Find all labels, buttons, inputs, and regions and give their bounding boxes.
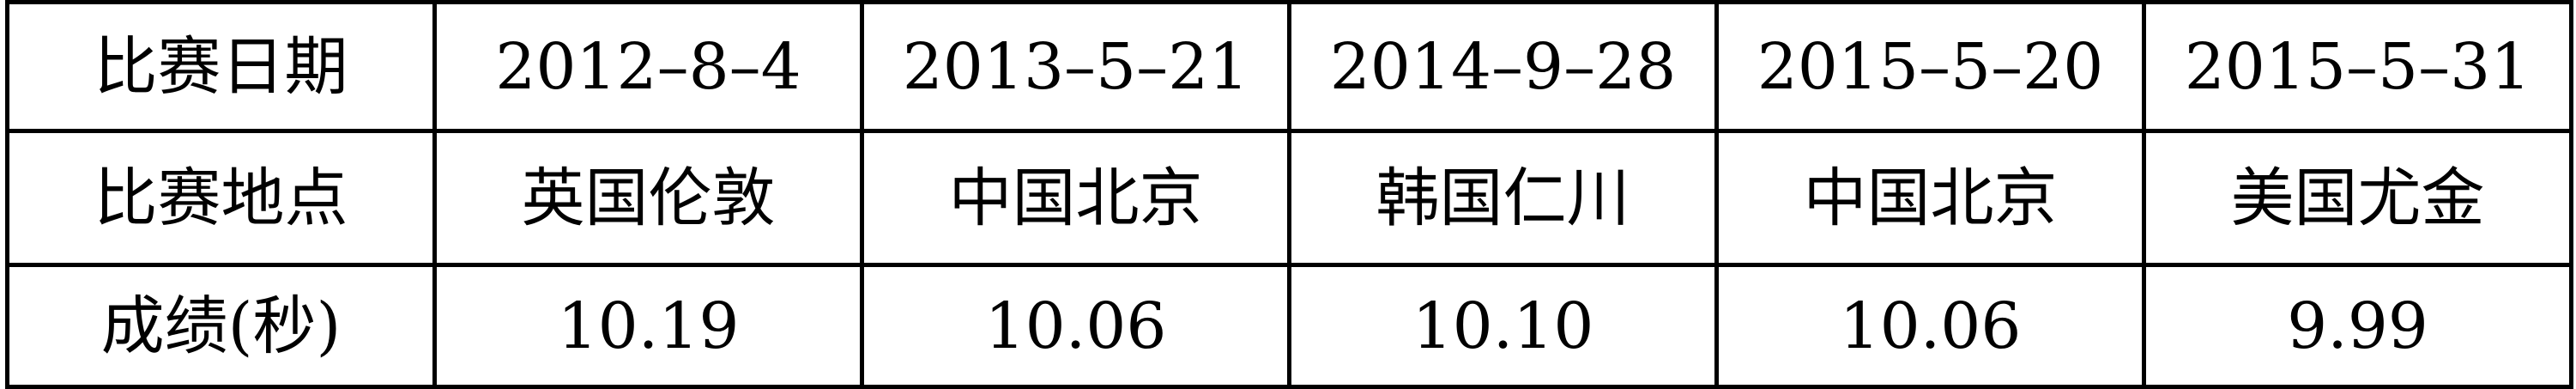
cell-date: 2012–8–4 (432, 0, 864, 133)
cell-date: 2014–9–28 (1287, 0, 1719, 133)
row-header-result: 成绩(秒) (5, 263, 437, 389)
table-row-date: 比赛日期 2012–8–4 2013–5–21 2014–9–28 2015–5… (5, 0, 2573, 133)
cell-date: 2015–5–31 (2142, 0, 2573, 133)
cell-result: 10.06 (860, 263, 1291, 389)
cell-location: 中国北京 (860, 129, 1291, 267)
cell-result: 10.19 (432, 263, 864, 389)
cell-date: 2013–5–21 (860, 0, 1291, 133)
cell-result: 9.99 (2142, 263, 2573, 389)
cell-location: 中国北京 (1714, 129, 2146, 267)
cell-location: 英国伦敦 (432, 129, 864, 267)
cell-date: 2015–5–20 (1714, 0, 2146, 133)
table-row-result: 成绩(秒) 10.19 10.06 10.10 10.06 9.99 (5, 263, 2573, 389)
cell-location: 美国尤金 (2142, 129, 2573, 267)
row-header-date: 比赛日期 (5, 0, 437, 133)
table-row-location: 比赛地点 英国伦敦 中国北京 韩国仁川 中国北京 美国尤金 (5, 129, 2573, 267)
cell-location: 韩国仁川 (1287, 129, 1719, 267)
row-header-location: 比赛地点 (5, 129, 437, 267)
results-table: 比赛日期 2012–8–4 2013–5–21 2014–9–28 2015–5… (5, 0, 2573, 389)
cell-result: 10.06 (1714, 263, 2146, 389)
cell-result: 10.10 (1287, 263, 1719, 389)
